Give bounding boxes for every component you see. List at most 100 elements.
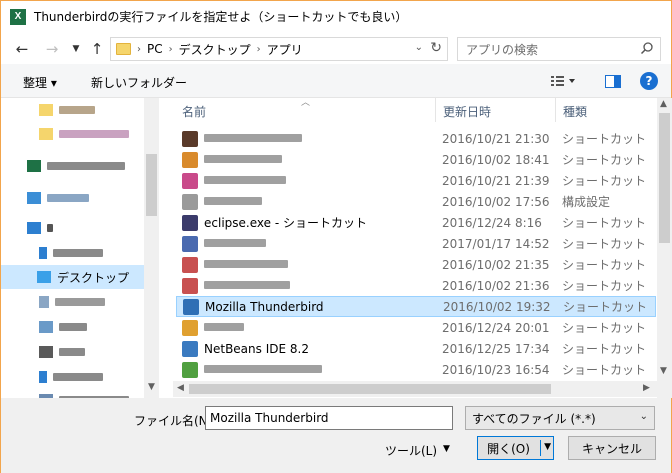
preview-pane-button[interactable]	[603, 72, 623, 90]
forward-button[interactable]: →	[41, 38, 63, 60]
refresh-icon[interactable]: ↻	[430, 40, 442, 56]
nav-item-folder-1[interactable]	[1, 98, 144, 122]
nav-item-pictures[interactable]	[1, 315, 144, 339]
open-options-icon[interactable]: ▼	[544, 442, 551, 452]
scrollbar-thumb[interactable]	[146, 154, 157, 216]
column-header-type[interactable]: 種類	[563, 103, 587, 120]
blurred-label	[47, 194, 89, 202]
file-row[interactable]: 2016/10/02 21:36 ショートカット	[176, 275, 656, 296]
file-row[interactable]: 2016/10/02 21:35 ショートカット	[176, 254, 656, 275]
address-bar[interactable]: › PC › デスクトップ › アプリ ⌄ ↻	[110, 37, 448, 61]
nav-pane-scrollbar[interactable]	[144, 98, 159, 398]
shortcut-icon	[182, 319, 198, 336]
folder-icon	[39, 128, 53, 140]
file-row[interactable]: 2016/12/24 20:01 ショートカット	[176, 317, 656, 338]
filename-value: Mozilla Thunderbird	[210, 411, 329, 425]
arrow-left-icon: ←	[15, 40, 29, 58]
scroll-right-icon[interactable]: ▶	[643, 383, 650, 393]
search-input[interactable]: アプリの検索	[457, 37, 661, 61]
blurred-label	[204, 281, 290, 289]
download-icon	[39, 247, 47, 259]
file-row[interactable]: 2016/10/21 21:30 ショートカット	[176, 128, 656, 149]
blurred-label	[204, 197, 262, 205]
nav-item-pc[interactable]	[1, 216, 144, 240]
cancel-button[interactable]: キャンセル	[568, 436, 656, 460]
file-row[interactable]: eclipse.exe - ショートカット 2016/12/24 8:16 ショート…	[176, 212, 656, 233]
back-button[interactable]: ←	[11, 38, 33, 60]
file-row[interactable]: 2016/10/23 16:54 ショートカット	[176, 359, 656, 380]
column-header-name[interactable]: 名前	[182, 103, 206, 120]
command-toolbar: 整理 ▾ 新しいフォルダー ?	[1, 64, 671, 98]
open-button[interactable]: 開く(O) ▼	[477, 436, 554, 460]
file-type: ショートカット	[562, 363, 647, 377]
address-dropdown-icon[interactable]: ⌄	[415, 42, 423, 53]
computer-icon	[27, 222, 41, 234]
up-button[interactable]: ↑	[86, 38, 108, 60]
scroll-down-icon[interactable]: ▼	[148, 382, 155, 392]
column-divider[interactable]	[435, 98, 436, 122]
column-divider[interactable]	[555, 98, 556, 122]
chevron-down-icon: ▼	[72, 44, 80, 54]
blurred-label	[204, 134, 302, 142]
shortcut-icon	[182, 172, 198, 189]
chevron-right-icon: ›	[256, 43, 261, 55]
window-title: Thunderbirdの実行ファイルを指定せよ（ショートカットでも良い）	[34, 10, 408, 24]
chevron-down-icon: ▼	[443, 444, 450, 454]
scroll-left-icon[interactable]: ◀	[177, 383, 184, 393]
file-row[interactable]: 2017/01/17 14:52 ショートカット	[176, 233, 656, 254]
desktop-icon	[37, 271, 51, 283]
file-date: 2016/12/24 8:16	[442, 215, 542, 230]
file-row[interactable]: NetBeans IDE 8.2 2016/12/25 17:34 ショートカット	[176, 338, 656, 359]
scrollbar-thumb[interactable]	[189, 384, 551, 394]
file-list-scrollbar[interactable]: ▲ ▼	[657, 98, 672, 398]
blurred-label	[204, 155, 282, 163]
nav-item-folder-2[interactable]	[1, 122, 144, 146]
nav-item-videos[interactable]	[1, 340, 144, 364]
nav-item-app[interactable]	[1, 154, 144, 178]
nav-item-homegroup[interactable]	[1, 186, 144, 210]
file-list: ︿ 名前 更新日時 種類 2016/10/21 21:30 ショートカット 2016…	[173, 98, 672, 398]
shortcut-icon	[182, 235, 198, 252]
file-type: ショートカット	[562, 174, 647, 188]
breadcrumb-desktop[interactable]: デスクトップ	[179, 41, 251, 58]
file-row[interactable]: 2016/10/21 21:39 ショートカット	[176, 170, 656, 191]
nav-item-documents[interactable]	[1, 290, 144, 314]
nav-item-downloads[interactable]	[1, 241, 144, 265]
tools-menu-button[interactable]: ツール(L)	[385, 442, 437, 459]
chevron-right-icon: ›	[137, 43, 141, 55]
column-header-date[interactable]: 更新日時	[443, 103, 491, 120]
file-row[interactable]: Mozilla Thunderbird 2016/10/02 19:32 ショートカ…	[176, 296, 656, 317]
open-button-label: 開く(O)	[487, 441, 530, 456]
split-divider	[540, 440, 541, 456]
organize-button[interactable]: 整理 ▾	[23, 74, 57, 91]
file-type-select[interactable]: すべてのファイル (*.*) ⌄	[465, 406, 655, 430]
help-icon: ?	[640, 72, 658, 90]
blurred-label	[59, 130, 129, 138]
excel-icon	[27, 160, 41, 172]
file-type: ショートカット	[562, 132, 647, 146]
file-date: 2016/10/02 21:35	[442, 257, 550, 272]
file-type: 構成設定	[562, 195, 611, 209]
file-date: 2016/10/02 21:36	[442, 278, 550, 293]
help-button[interactable]: ?	[639, 72, 659, 90]
scroll-up-icon[interactable]: ▲	[660, 99, 667, 109]
file-date: 2016/10/23 16:54	[442, 362, 550, 377]
new-folder-button[interactable]: 新しいフォルダー	[91, 74, 187, 91]
dialog-footer: ファイル名(N): Mozilla Thunderbird すべてのファイル (…	[1, 398, 671, 473]
file-type: ショートカット	[562, 258, 647, 272]
view-options-button[interactable]	[549, 72, 579, 90]
scroll-down-icon[interactable]: ▼	[660, 366, 667, 376]
document-icon	[39, 296, 49, 308]
recent-locations-button[interactable]: ▼	[65, 38, 87, 60]
breadcrumb-apps[interactable]: アプリ	[267, 41, 303, 58]
nav-item-desktop[interactable]: デスクトップ	[1, 265, 144, 289]
filename-input[interactable]: Mozilla Thunderbird	[205, 406, 453, 430]
file-row[interactable]: 2016/10/02 17:56 構成設定	[176, 191, 656, 212]
horizontal-scrollbar[interactable]: ◀ ▶	[173, 381, 657, 397]
scrollbar-thumb[interactable]	[659, 113, 670, 243]
file-row[interactable]: 2016/10/02 18:41 ショートカット	[176, 149, 656, 170]
breadcrumb-pc[interactable]: PC	[147, 42, 163, 56]
file-type: ショートカット	[562, 216, 647, 230]
nav-item-music[interactable]	[1, 365, 144, 389]
nav-item-drive[interactable]	[1, 388, 144, 398]
